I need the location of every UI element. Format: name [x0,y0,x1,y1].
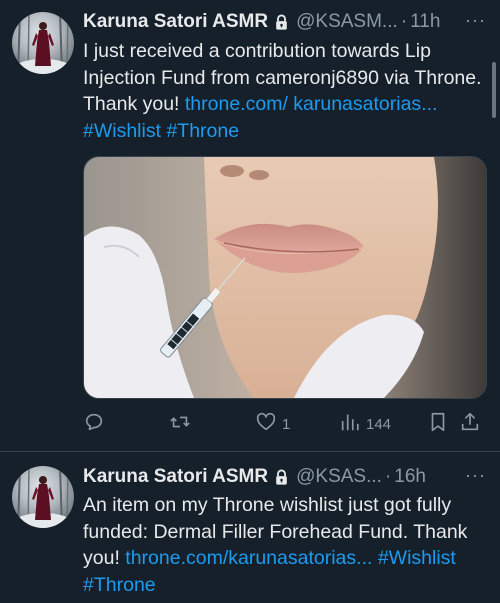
tweet-image[interactable] [83,156,487,399]
more-options-button[interactable]: ··· [465,10,486,31]
reply-button[interactable] [83,410,110,438]
tweet-time[interactable]: 16h [394,466,426,488]
more-options-button[interactable]: ··· [465,465,486,486]
lock-icon [273,14,290,31]
bookmark-icon [427,411,449,437]
separator-dot: · [384,466,392,487]
tweet-actions: 1 144 [83,410,487,438]
like-count: 1 [282,415,291,433]
bookmark-button[interactable] [427,410,449,438]
author-handle[interactable]: @KSAS... [296,466,382,488]
author-handle[interactable]: @KSASM... [296,11,398,33]
hashtag-wishlist[interactable]: #Wishlist [378,547,456,569]
author-name[interactable]: Karuna Satori ASMR [83,11,268,33]
tweet-header: Karuna Satori ASMR @KSAS... · 16h ··· [83,465,490,489]
tweet-header: Karuna Satori ASMR @KSASM... · 11h ··· [83,10,490,34]
views-button[interactable]: 144 [339,410,391,438]
share-button[interactable] [459,410,481,438]
author-name[interactable]: Karuna Satori ASMR [83,466,268,488]
lock-icon [273,469,290,486]
retweet-button[interactable] [169,410,196,438]
hashtag-throne[interactable]: #Throne [166,120,239,142]
tweet-time[interactable]: 11h [410,11,440,33]
like-button[interactable]: 1 [255,410,290,438]
avatar[interactable] [12,466,74,528]
avatar[interactable] [12,12,74,74]
tweet-card[interactable]: Karuna Satori ASMR @KSAS... · 16h ··· An… [0,452,500,603]
reply-icon [83,411,105,437]
separator-dot: · [400,11,408,32]
tweet-link[interactable]: throne.com/ karunasatorias... [185,93,438,115]
retweet-icon [169,411,191,437]
tweet-text: I just received a contribution towards L… [83,38,487,144]
scrollbar[interactable] [492,62,496,118]
tweet-card[interactable]: Karuna Satori ASMR @KSASM... · 11h ··· I… [0,0,500,452]
heart-icon [255,411,277,437]
analytics-icon [339,411,361,437]
tweet-link[interactable]: throne.com/karunasatorias... [125,547,372,569]
view-count: 144 [366,415,392,433]
hashtag-wishlist[interactable]: #Wishlist [83,120,161,142]
tweet-text: An item on my Throne wishlist just got f… [83,492,487,598]
hashtag-throne[interactable]: #Throne [83,574,156,596]
share-icon [459,411,481,437]
